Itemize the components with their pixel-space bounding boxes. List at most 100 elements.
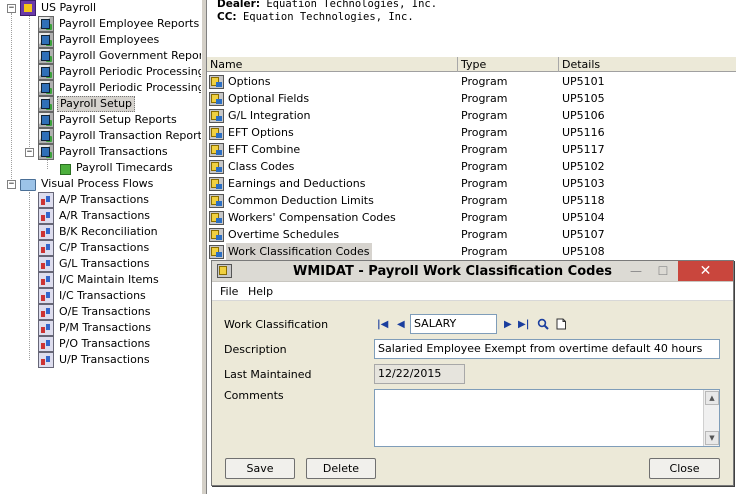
menu-file[interactable]: File bbox=[217, 284, 241, 299]
next-record-button[interactable]: ▶ bbox=[504, 319, 512, 331]
cc-label: CC: bbox=[217, 11, 237, 23]
menu-help[interactable]: Help bbox=[245, 284, 276, 299]
list-row[interactable]: EFT Combine Program UP5117 bbox=[207, 141, 736, 158]
tree-node-label: Payroll Employee Reports bbox=[59, 17, 200, 30]
program-icon bbox=[209, 142, 224, 157]
close-window-button[interactable]: ✕ bbox=[678, 261, 733, 281]
collapse-us-payroll-toggle[interactable]: − bbox=[7, 4, 16, 13]
list-row[interactable]: Overtime Schedules Program UP5107 bbox=[207, 226, 736, 243]
row-name: Earnings and Deductions bbox=[228, 177, 366, 190]
tree-node-payroll-timecards[interactable]: Payroll Timecards bbox=[58, 160, 175, 176]
row-type: Program bbox=[461, 211, 508, 224]
list-row[interactable]: G/L Integration Program UP5106 bbox=[207, 107, 736, 124]
module-icon bbox=[20, 0, 36, 16]
process-flow-icon bbox=[38, 224, 54, 240]
tree-node-ar-transactions[interactable]: A/R Transactions bbox=[38, 208, 152, 224]
scroll-down-arrow-icon[interactable]: ▼ bbox=[705, 431, 719, 445]
app-window: − US Payroll Payroll Employee Reports Pa… bbox=[0, 0, 736, 494]
row-type: Program bbox=[461, 92, 508, 105]
tree-node-label: Payroll Transaction Reports bbox=[59, 129, 201, 142]
list-row-selected[interactable]: Work Classification Codes Program UP5108 bbox=[207, 243, 736, 260]
row-type: Program bbox=[461, 160, 508, 173]
last-record-button[interactable]: ▶| bbox=[518, 319, 529, 331]
list-row[interactable]: Options Program UP5101 bbox=[207, 73, 736, 90]
tree-node-payroll-government-reports[interactable]: Payroll Government Reports bbox=[38, 48, 201, 64]
navigation-tree[interactable]: − US Payroll Payroll Employee Reports Pa… bbox=[0, 0, 201, 494]
tree-node-gl-transactions[interactable]: G/L Transactions bbox=[38, 256, 152, 272]
tree-node-label: C/P Transactions bbox=[59, 241, 150, 254]
row-name: EFT Options bbox=[228, 126, 294, 139]
program-icon bbox=[209, 244, 224, 259]
process-flow-icon bbox=[38, 192, 54, 208]
collapse-payroll-transactions-toggle[interactable]: − bbox=[25, 148, 34, 157]
dialog-titlebar[interactable]: WMIDAT - Payroll Work Classification Cod… bbox=[212, 261, 733, 282]
tree-node-payroll-periodic-processing-reports[interactable]: Payroll Periodic Processing Re bbox=[38, 80, 201, 96]
column-header-details[interactable]: Details bbox=[559, 57, 736, 72]
tree-node-payroll-employees[interactable]: Payroll Employees bbox=[38, 32, 161, 48]
tree-node-ic-transactions[interactable]: I/C Transactions bbox=[38, 288, 148, 304]
scroll-up-arrow-icon[interactable]: ▲ bbox=[705, 391, 719, 405]
tree-node-us-payroll[interactable]: US Payroll bbox=[20, 0, 98, 16]
program-icon bbox=[209, 74, 224, 89]
column-header-name[interactable]: Name bbox=[207, 57, 458, 72]
tree-node-payroll-periodic-processing[interactable]: Payroll Periodic Processing bbox=[38, 64, 201, 80]
tree-node-payroll-employee-reports[interactable]: Payroll Employee Reports bbox=[38, 16, 201, 32]
tree-node-label: Payroll Setup Reports bbox=[59, 113, 177, 126]
dealer-info: Dealer: Equation Technologies, Inc. CC: … bbox=[217, 0, 437, 24]
work-classification-input[interactable]: SALARY bbox=[410, 314, 497, 334]
process-flow-icon bbox=[38, 288, 54, 304]
new-document-icon[interactable] bbox=[555, 318, 567, 330]
tree-line bbox=[29, 192, 30, 360]
tree-node-bk-reconciliation[interactable]: B/K Reconciliation bbox=[38, 224, 160, 240]
save-button[interactable]: Save bbox=[225, 458, 295, 479]
tree-node-ic-maintain-items[interactable]: I/C Maintain Items bbox=[38, 272, 161, 288]
cc-value: Equation Technologies, Inc. bbox=[242, 11, 414, 23]
process-flow-icon bbox=[38, 240, 54, 256]
tree-node-label: Payroll Employees bbox=[59, 33, 160, 46]
row-details: UP5103 bbox=[562, 177, 605, 190]
delete-button[interactable]: Delete bbox=[306, 458, 376, 479]
tree-node-label: Payroll Setup bbox=[57, 96, 136, 112]
row-name: Optional Fields bbox=[228, 92, 310, 105]
minimize-button[interactable]: — bbox=[624, 261, 648, 281]
tree-node-payroll-setup-reports[interactable]: Payroll Setup Reports bbox=[38, 112, 179, 128]
close-button[interactable]: Close bbox=[649, 458, 720, 479]
first-record-button[interactable]: |◀ bbox=[377, 319, 388, 331]
tree-node-ap-transactions[interactable]: A/P Transactions bbox=[38, 192, 151, 208]
tree-node-label: U/P Transactions bbox=[59, 353, 150, 366]
comments-textarea[interactable]: ▲ ▼ bbox=[374, 389, 720, 447]
list-row[interactable]: Class Codes Program UP5102 bbox=[207, 158, 736, 175]
menu-bar: File Help bbox=[212, 282, 733, 301]
tree-node-payroll-transaction-reports[interactable]: Payroll Transaction Reports bbox=[38, 128, 201, 144]
tree-node-pm-transactions[interactable]: P/M Transactions bbox=[38, 320, 153, 336]
previous-record-button[interactable]: ◀ bbox=[397, 319, 405, 331]
list-row[interactable]: Optional Fields Program UP5105 bbox=[207, 90, 736, 107]
tree-node-oe-transactions[interactable]: O/E Transactions bbox=[38, 304, 152, 320]
comments-scrollbar[interactable]: ▲ ▼ bbox=[703, 390, 719, 446]
tree-node-label: Payroll Periodic Processing Re bbox=[59, 81, 201, 94]
tree-node-cp-transactions[interactable]: C/P Transactions bbox=[38, 240, 151, 256]
process-flow-icon bbox=[38, 320, 54, 336]
row-details: UP5118 bbox=[562, 194, 605, 207]
search-icon[interactable] bbox=[537, 318, 549, 330]
list-row[interactable]: Workers' Compensation Codes Program UP51… bbox=[207, 209, 736, 226]
collapse-visual-process-flows-toggle[interactable]: − bbox=[7, 180, 16, 189]
row-name: Work Classification Codes bbox=[226, 243, 372, 260]
program-group-icon bbox=[38, 48, 54, 64]
list-row[interactable]: Earnings and Deductions Program UP5103 bbox=[207, 175, 736, 192]
description-input[interactable]: Salaried Employee Exempt from overtime d… bbox=[374, 339, 720, 359]
tree-node-label: G/L Transactions bbox=[59, 257, 150, 270]
tree-node-up-transactions[interactable]: U/P Transactions bbox=[38, 352, 152, 368]
folder-icon bbox=[20, 179, 36, 191]
tree-node-label: I/C Transactions bbox=[59, 289, 146, 302]
tree-node-payroll-transactions[interactable]: Payroll Transactions bbox=[38, 144, 170, 160]
tree-node-payroll-setup[interactable]: Payroll Setup bbox=[38, 96, 136, 112]
list-row[interactable]: Common Deduction Limits Program UP5118 bbox=[207, 192, 736, 209]
list-row[interactable]: EFT Options Program UP5116 bbox=[207, 124, 736, 141]
tree-node-po-transactions[interactable]: P/O Transactions bbox=[38, 336, 152, 352]
tree-node-visual-process-flows[interactable]: Visual Process Flows bbox=[20, 176, 155, 192]
row-details: UP5107 bbox=[562, 228, 605, 241]
column-header-type[interactable]: Type bbox=[458, 57, 559, 72]
dealer-value: Equation Technologies, Inc. bbox=[266, 0, 438, 10]
maximize-button[interactable]: ☐ bbox=[651, 261, 675, 281]
